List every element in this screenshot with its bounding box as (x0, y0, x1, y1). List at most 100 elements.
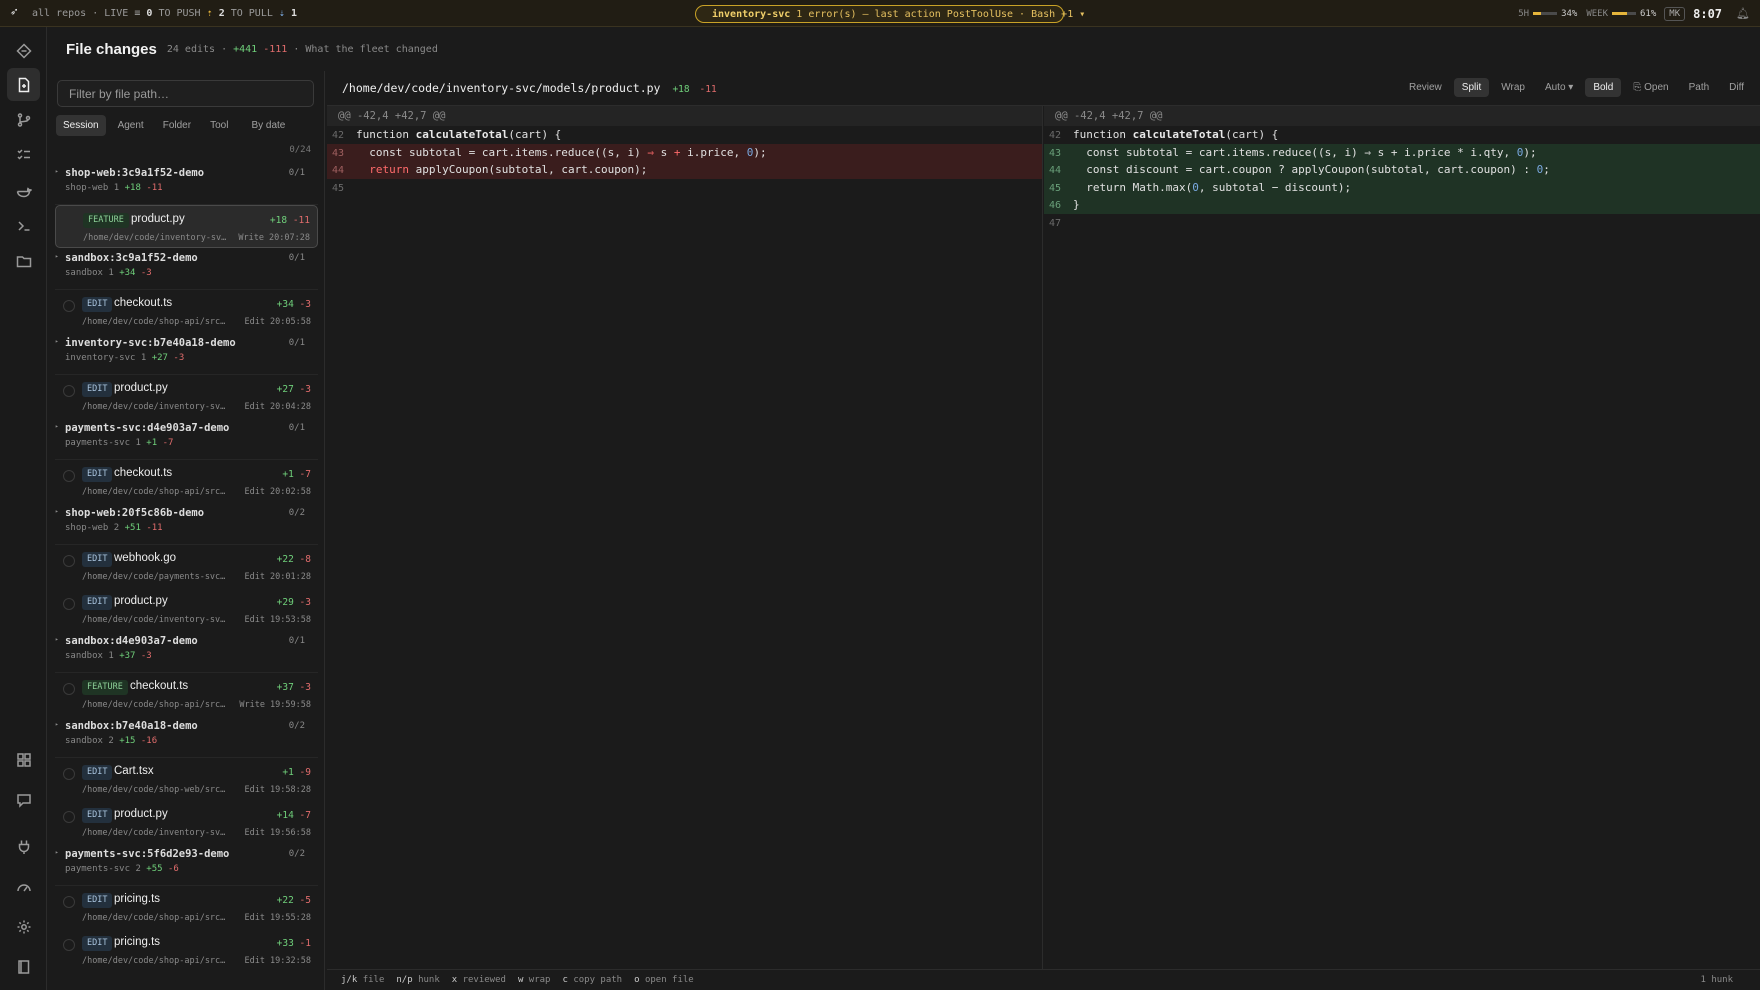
page-title: File changes (66, 40, 157, 58)
line-number: 47 (1049, 217, 1062, 229)
file-delta: +27 -3 (277, 384, 311, 395)
rail-docker-icon[interactable] (7, 174, 40, 207)
file-item[interactable]: EDIT product.py +27 -3/home/dev/code/inven… (55, 375, 318, 418)
file-item[interactable]: FEATURE product.py +18 -11/home/dev/code/i… (55, 205, 318, 248)
line-number: 44 (1049, 165, 1062, 176)
file-deletions: -9 (299, 767, 311, 778)
review-checkbox[interactable] (63, 470, 75, 482)
diff-line: 43 const subtotal = cart.items.reduce((s… (327, 143, 1042, 161)
file-item[interactable]: EDIT Cart.tsx +1 -9/home/dev/code/shop-web… (55, 758, 318, 801)
path-button[interactable]: Path (1681, 78, 1718, 97)
live-indicator: LIVE ≡ 0 (104, 8, 152, 19)
session-group[interactable]: payments-svc:d4e903a7-demo0/1 payments-sv… (55, 418, 318, 460)
review-checkbox[interactable] (63, 939, 75, 951)
review-checkbox[interactable] (63, 300, 75, 312)
review-checkbox[interactable] (63, 385, 75, 397)
session-repo: shop-web (65, 523, 109, 533)
session-name: sandbox:3c9a1f52-demo (65, 252, 318, 264)
file-item[interactable]: EDIT webhook.go +22 -8/home/dev/code/payme… (55, 545, 318, 588)
session-group[interactable]: shop-web:20f5c86b-demo0/2 shop-web 2 +51 … (55, 503, 318, 545)
change-type-badge: FEATURE (83, 213, 129, 228)
session-group[interactable]: inventory-svc:b7e40a18-demo0/1 inventory-… (55, 333, 318, 375)
auto-dropdown[interactable]: Auto ▾ (1537, 78, 1581, 97)
rail-folder-icon[interactable] (7, 244, 40, 277)
file-item[interactable]: EDIT checkout.ts +1 -7/home/dev/code/shop-… (55, 460, 318, 503)
session-reviewed-count: 0/1 (288, 168, 305, 178)
live-icon: ≡ (134, 7, 141, 19)
tab-by-date[interactable]: By date (244, 115, 292, 136)
file-item[interactable]: EDIT pricing.ts +22 -5/home/dev/code/shop-… (55, 886, 318, 929)
wrap-button[interactable]: Wrap (1493, 78, 1533, 97)
split-button[interactable]: Split (1453, 78, 1490, 97)
file-list-panel: Session Agent Folder Tool By date 0/24 s… (47, 71, 325, 990)
file-item[interactable]: FEATURE checkout.ts +37 -3/home/dev/code/s… (55, 673, 318, 716)
file-item[interactable]: EDIT pricing.ts +33 -1/home/dev/code/shop-… (55, 929, 318, 972)
rail-file-changes-icon[interactable] (7, 68, 40, 101)
session-group[interactable]: sandbox:d4e903a7-demo0/1 sandbox 1 +37 -3 (55, 631, 318, 673)
review-checkbox[interactable] (63, 768, 75, 780)
rail-diamond-icon[interactable] (7, 34, 40, 67)
line-code: } (1073, 198, 1080, 211)
hint-key: w (517, 975, 524, 985)
session-group[interactable]: shop-web:3c9a1f52-demo0/1 shop-web 1 +18 … (55, 163, 318, 205)
review-checkbox[interactable] (63, 555, 75, 567)
user-avatar[interactable]: MK (1664, 6, 1686, 21)
hunk-header: @@ -42,4 +42,7 @@ (1044, 106, 1760, 126)
file-path: /home/dev/code/inventory-svc… (82, 402, 230, 412)
rail-settings-icon[interactable] (7, 910, 40, 943)
file-additions: +34 (276, 299, 294, 310)
change-type-badge: FEATURE (82, 680, 128, 695)
to-pull-value: 1 (290, 7, 297, 19)
file-delta: +18 -11 (270, 215, 310, 226)
to-push-indicator[interactable]: TO PUSH ⇡ 2 (158, 8, 224, 19)
session-summary: sandbox 1 +34 -3 (65, 268, 318, 278)
file-item[interactable]: EDIT product.py +14 -7/home/dev/code/inven… (55, 801, 318, 844)
session-repo: shop-web (65, 183, 109, 193)
bold-button[interactable]: Bold (1585, 78, 1622, 97)
rail-plug-icon[interactable] (7, 830, 40, 863)
rail-checklist-icon[interactable] (7, 138, 40, 171)
session-summary: inventory-svc 1 +27 -3 (65, 353, 318, 363)
line-number: 42 (332, 130, 345, 141)
session-group[interactable]: payments-svc:5f6d2e93-demo0/2 payments-sv… (55, 844, 318, 886)
file-item[interactable]: EDIT product.py +29 -3/home/dev/code/inven… (55, 588, 318, 631)
rail-book-icon[interactable] (7, 950, 40, 983)
diff-button[interactable]: Diff (1721, 78, 1752, 97)
file-item[interactable]: EDIT checkout.ts +34 -3/home/dev/code/shop… (55, 290, 318, 333)
file-name: checkout.ts (130, 680, 189, 692)
review-checkbox[interactable] (63, 896, 75, 908)
session-additions: +15 (119, 736, 136, 746)
session-group[interactable]: sandbox:b7e40a18-demo0/2 sandbox 2 +15 -1… (55, 716, 318, 758)
rail-chat-icon[interactable] (7, 783, 40, 816)
line-number: 46 (1049, 200, 1062, 211)
session-additions: +37 (119, 651, 136, 661)
diff-file-path-row: /home/dev/code/inventory-svc/models/prod… (342, 81, 717, 95)
review-checkbox[interactable] (63, 598, 75, 610)
to-pull-indicator[interactable]: TO PULL ⇣ 1 (231, 8, 297, 19)
rail-grid-icon[interactable] (7, 743, 40, 776)
session-name: inventory-svc:b7e40a18-demo (65, 337, 318, 349)
tab-tool[interactable]: Tool (203, 115, 235, 136)
file-name: product.py (114, 382, 168, 394)
file-path-filter-input[interactable] (57, 80, 314, 107)
rail-gauge-icon[interactable] (7, 870, 40, 903)
session-repo: sandbox (65, 736, 103, 746)
review-button[interactable]: Review (1401, 78, 1450, 97)
file-path: /home/dev/code/inventory-sv… (83, 233, 227, 243)
session-additions: +18 (124, 183, 141, 193)
session-group[interactable]: sandbox:3c9a1f52-demo0/1 sandbox 1 +34 -3 (55, 248, 318, 290)
tab-agent[interactable]: Agent (111, 115, 151, 136)
file-path: /home/dev/code/inventory-svc… (82, 828, 230, 838)
error-alert-pill[interactable]: inventory-svc 1 error(s) — last action P… (695, 5, 1085, 23)
file-deletions: -1 (299, 938, 311, 949)
file-delta: +29 -3 (277, 597, 311, 608)
tab-session[interactable]: Session (56, 115, 106, 136)
repo-selector[interactable]: all repos (32, 8, 86, 19)
review-checkbox[interactable] (63, 811, 75, 823)
open-button[interactable]: ⎘ Open (1625, 78, 1676, 97)
rail-branch-icon[interactable] (7, 103, 40, 136)
review-checkbox[interactable] (63, 683, 75, 695)
tab-folder[interactable]: Folder (156, 115, 198, 136)
bell-icon[interactable]: 🔔︎ (1736, 7, 1750, 20)
rail-terminal-icon[interactable] (7, 209, 40, 242)
